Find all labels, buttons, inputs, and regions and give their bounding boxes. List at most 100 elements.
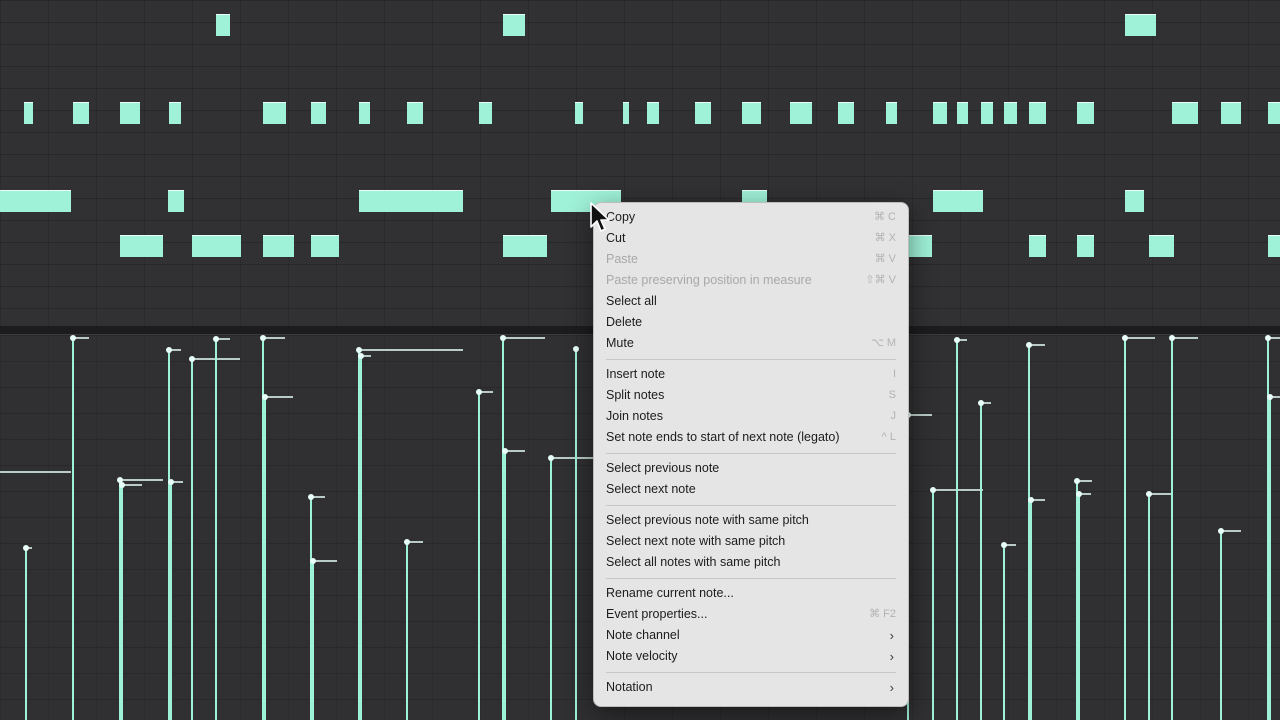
velocity-stem[interactable] [954, 337, 967, 720]
velocity-stem[interactable] [262, 394, 293, 720]
midi-note[interactable] [838, 102, 854, 124]
midi-note[interactable] [933, 102, 947, 124]
menu-item-select-previous-note-with-same-pitch[interactable]: Select previous note with same pitch [606, 510, 896, 531]
midi-note[interactable] [120, 102, 140, 124]
midi-note[interactable] [169, 102, 181, 124]
midi-note[interactable] [263, 235, 294, 257]
menu-item-select-next-note-with-same-pitch[interactable]: Select next note with same pitch [606, 531, 896, 552]
midi-note[interactable] [647, 102, 659, 124]
menu-item-note-velocity[interactable]: Note velocity › [606, 646, 896, 667]
midi-note[interactable] [311, 102, 326, 124]
midi-note[interactable] [933, 190, 983, 212]
velocity-stem[interactable] [476, 389, 493, 720]
midi-note[interactable] [1077, 102, 1094, 124]
midi-note[interactable] [359, 190, 463, 212]
menu-item-notation[interactable]: Notation › [606, 677, 896, 698]
midi-note[interactable] [1125, 190, 1144, 212]
menu-item-copy[interactable]: Copy ⌘ C [606, 207, 896, 228]
velocity-stem[interactable] [1074, 478, 1092, 720]
menu-item-cut[interactable]: Cut ⌘ X [606, 228, 896, 249]
menu-item-select-all[interactable]: Select all [606, 291, 896, 312]
chevron-right-icon: › [889, 628, 894, 643]
velocity-stem[interactable] [1001, 542, 1016, 720]
midi-note[interactable] [216, 14, 230, 36]
menu-item-event-properties[interactable]: Event properties... ⌘ F2 [606, 604, 896, 625]
midi-note[interactable] [981, 102, 993, 124]
midi-note[interactable] [73, 102, 89, 124]
midi-note[interactable] [24, 102, 33, 124]
midi-note[interactable] [0, 190, 71, 212]
velocity-stem[interactable] [189, 356, 240, 720]
midi-note[interactable] [695, 102, 711, 124]
midi-note[interactable] [1029, 102, 1046, 124]
velocity-stem[interactable] [23, 545, 32, 720]
velocity-stem[interactable] [548, 455, 593, 720]
midi-note[interactable] [886, 102, 897, 124]
midi-note[interactable] [503, 14, 525, 36]
midi-note[interactable] [1077, 235, 1094, 257]
midi-note[interactable] [407, 102, 423, 124]
velocity-stem[interactable] [213, 336, 230, 720]
midi-note[interactable] [263, 102, 286, 124]
menu-item-label: Split notes [606, 388, 665, 402]
menu-item-join-notes[interactable]: Join notes J [606, 406, 896, 427]
midi-note[interactable] [742, 102, 761, 124]
menu-item-split-notes[interactable]: Split notes S [606, 385, 896, 406]
midi-note[interactable] [957, 102, 968, 124]
midi-note[interactable] [623, 102, 629, 124]
velocity-stem[interactable] [308, 494, 325, 720]
velocity-stem[interactable] [356, 347, 463, 720]
velocity-stem[interactable] [905, 412, 932, 720]
velocity-stem[interactable] [1265, 335, 1280, 720]
velocity-stem[interactable] [119, 482, 142, 720]
menu-item-label: Select all notes with same pitch [606, 555, 781, 569]
midi-note[interactable] [1149, 235, 1174, 257]
midi-note[interactable] [503, 235, 547, 257]
menu-item-delete[interactable]: Delete [606, 312, 896, 333]
midi-note[interactable] [1004, 102, 1017, 124]
menu-item-select-previous-note[interactable]: Select previous note [606, 458, 896, 479]
velocity-stem[interactable] [1169, 335, 1198, 720]
midi-note[interactable] [1125, 14, 1156, 36]
velocity-stem[interactable] [500, 335, 545, 720]
velocity-stem[interactable] [310, 558, 337, 720]
menu-item-select-next-note[interactable]: Select next note [606, 479, 896, 500]
velocity-stem[interactable] [1026, 342, 1045, 720]
midi-note[interactable] [120, 235, 163, 257]
menu-separator [606, 505, 896, 506]
velocity-stem[interactable] [1122, 335, 1155, 720]
velocity-stem[interactable] [166, 347, 181, 720]
midi-note[interactable] [168, 190, 184, 212]
midi-note[interactable] [359, 102, 370, 124]
midi-note[interactable] [1268, 102, 1280, 124]
menu-item-mute[interactable]: Mute ⌥ M [606, 333, 896, 354]
midi-note[interactable] [575, 102, 583, 124]
midi-note[interactable] [311, 235, 339, 257]
menu-item-select-all-notes-with-same-pitch[interactable]: Select all notes with same pitch [606, 552, 896, 573]
velocity-stem[interactable] [978, 400, 991, 720]
midi-note[interactable] [908, 235, 932, 257]
velocity-stem[interactable] [1076, 491, 1091, 720]
velocity-stem[interactable] [260, 335, 285, 720]
midi-note[interactable] [479, 102, 492, 124]
midi-note[interactable] [192, 235, 241, 257]
velocity-stem[interactable] [1146, 491, 1171, 720]
velocity-stem[interactable] [573, 346, 579, 720]
midi-note[interactable] [1029, 235, 1046, 257]
velocity-stem[interactable] [117, 477, 163, 720]
velocity-stem[interactable] [404, 539, 423, 720]
menu-item-insert-note[interactable]: Insert note I [606, 364, 896, 385]
midi-note[interactable] [790, 102, 812, 124]
menu-item-set-note-ends-to-start-of-next-note-legato[interactable]: Set note ends to start of next note (leg… [606, 427, 896, 448]
midi-note[interactable] [1172, 102, 1198, 124]
velocity-stem[interactable] [168, 479, 183, 720]
velocity-stem[interactable] [1218, 528, 1241, 720]
midi-note[interactable] [1221, 102, 1241, 124]
velocity-stem[interactable] [70, 335, 89, 720]
midi-note[interactable] [1268, 235, 1280, 257]
menu-item-rename-current-note[interactable]: Rename current note... [606, 583, 896, 604]
menu-item-note-channel[interactable]: Note channel › [606, 625, 896, 646]
velocity-stem[interactable] [1028, 497, 1045, 720]
velocity-stem[interactable] [502, 448, 525, 720]
menu-item-label: Event properties... [606, 607, 708, 621]
